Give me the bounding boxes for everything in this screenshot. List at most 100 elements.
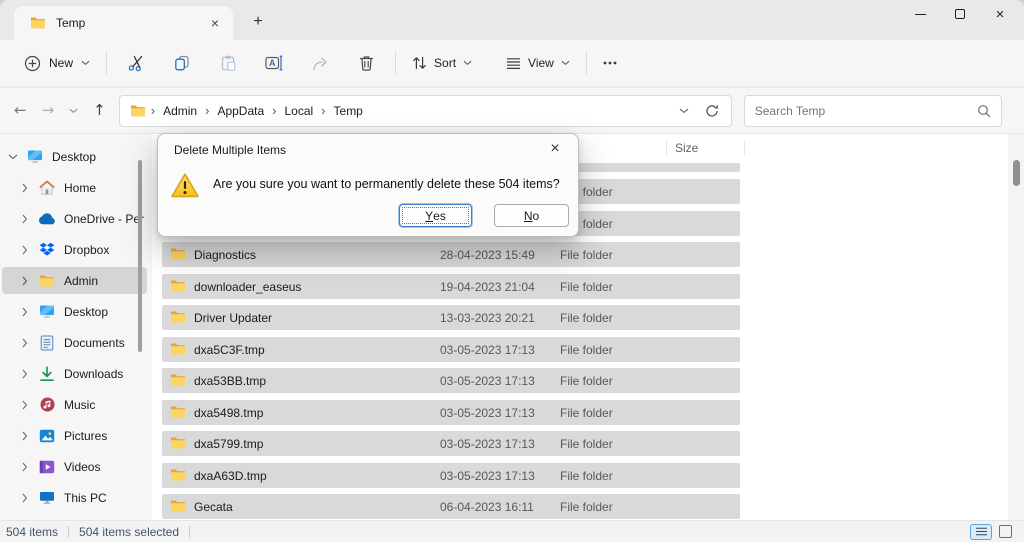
view-button[interactable]: View (496, 47, 580, 79)
close-button[interactable]: × (980, 2, 1020, 26)
sidebar-item-dropbox[interactable]: Dropbox (0, 234, 152, 265)
chevron-right-icon[interactable] (20, 245, 30, 255)
search-box[interactable] (744, 95, 1002, 127)
maximize-button[interactable] (940, 2, 980, 26)
chevron-right-icon[interactable] (20, 493, 30, 503)
toolbar-separator (586, 52, 587, 74)
toolbar-separator (395, 52, 396, 74)
explorer-tab[interactable]: Temp × (14, 6, 233, 40)
document-icon (38, 335, 56, 351)
file-row[interactable]: Diagnostics28-04-2023 15:49File folder (162, 242, 740, 267)
folder-icon (170, 467, 186, 483)
search-input[interactable] (755, 104, 977, 118)
chevron-right-icon[interactable] (20, 431, 30, 441)
chevron-right-icon[interactable] (20, 183, 30, 193)
cut-button[interactable] (116, 47, 156, 79)
download-arrow-icon (38, 366, 56, 382)
folder-icon (170, 278, 186, 294)
chevron-right-icon[interactable] (20, 307, 30, 317)
sidebar-item-videos[interactable]: Videos (0, 451, 152, 482)
chevron-right-icon[interactable] (20, 338, 30, 348)
breadcrumb-segment-admin[interactable]: Admin (160, 102, 200, 120)
file-date-modified: 19-04-2023 21:04 (440, 280, 535, 294)
sidebar-item-downloads[interactable]: Downloads (0, 358, 152, 389)
chevron-down-icon (463, 60, 472, 66)
file-date-modified: 03-05-2023 17:13 (440, 406, 535, 420)
sidebar-item-desktop[interactable]: Desktop (0, 296, 152, 327)
file-name: Driver Updater (194, 311, 272, 325)
sidebar-item-onedrive[interactable]: OneDrive - Per (0, 203, 152, 234)
file-row[interactable]: Driver Updater13-03-2023 20:21File folde… (162, 305, 740, 330)
file-row[interactable]: dxa5799.tmp03-05-2023 17:13File folder (162, 431, 740, 456)
sidebar-item-label: Documents (64, 336, 125, 350)
ellipsis-icon (603, 61, 617, 65)
no-button[interactable]: No (494, 204, 569, 227)
yes-button[interactable]: Yes (399, 204, 472, 227)
sidebar-item-label: Admin (64, 274, 98, 288)
up-button[interactable]: ↑ (93, 103, 106, 118)
sidebar-item-desktop-root[interactable]: Desktop (0, 141, 152, 172)
recent-locations-button[interactable] (69, 108, 78, 114)
sidebar-item-label: Desktop (64, 305, 108, 319)
minimize-button[interactable] (900, 2, 940, 26)
sidebar-item-this-pc[interactable]: This PC (0, 482, 152, 513)
scissors-icon (128, 55, 145, 72)
column-header-size[interactable]: Size (675, 141, 698, 155)
details-view-button[interactable] (970, 524, 992, 540)
folder-icon (30, 15, 46, 31)
file-row[interactable]: dxa5498.tmp03-05-2023 17:13File folder (162, 400, 740, 425)
rename-button[interactable]: A (254, 47, 294, 79)
chevron-down-icon (81, 60, 90, 66)
sidebar-item-label: Dropbox (64, 243, 109, 257)
folder-icon (130, 103, 146, 119)
sidebar-item-admin[interactable]: Admin (0, 265, 152, 296)
large-icons-view-button[interactable] (999, 525, 1012, 538)
list-scrollbar[interactable] (1008, 134, 1024, 520)
home-icon (38, 180, 56, 196)
warning-icon (170, 172, 200, 199)
column-separator[interactable] (666, 140, 667, 156)
share-icon (312, 56, 328, 71)
chevron-right-icon[interactable] (20, 462, 30, 472)
breadcrumb-segment-temp[interactable]: Temp (331, 102, 366, 120)
file-row[interactable]: dxaA63D.tmp03-05-2023 17:13File folder (162, 463, 740, 488)
sort-button[interactable]: Sort (402, 47, 482, 79)
delete-button[interactable] (346, 47, 386, 79)
new-tab-button[interactable]: + (246, 10, 270, 34)
refresh-icon[interactable] (705, 104, 719, 118)
folder-icon (170, 435, 186, 451)
tab-close-icon[interactable]: × (205, 13, 225, 33)
file-date-modified: 13-03-2023 20:21 (440, 311, 535, 325)
sidebar-item-pictures[interactable]: Pictures (0, 420, 152, 451)
back-button[interactable]: ← (14, 103, 27, 118)
chevron-right-icon[interactable] (20, 276, 30, 286)
chevron-right-icon[interactable] (20, 400, 30, 410)
breadcrumb-segment-appdata[interactable]: AppData (214, 102, 267, 120)
address-bar[interactable]: › Admin › AppData › Local › Temp (119, 95, 732, 127)
sidebar-item-clipped[interactable] (0, 513, 152, 520)
more-options-button[interactable] (593, 47, 627, 79)
file-row[interactable]: downloader_easeus19-04-2023 21:04File fo… (162, 274, 740, 299)
sidebar-scrollbar[interactable] (138, 160, 142, 352)
sidebar-item-music[interactable]: Music (0, 389, 152, 420)
folder-icon (170, 372, 186, 388)
new-button[interactable]: New (14, 47, 100, 79)
file-row[interactable]: Gecata06-04-2023 16:11File folder (162, 494, 740, 519)
dialog-close-icon[interactable]: × (540, 137, 570, 161)
file-row[interactable]: dxa53BB.tmp03-05-2023 17:13File folder (162, 368, 740, 393)
chevron-right-icon[interactable] (20, 369, 30, 379)
sort-button-label: Sort (434, 56, 456, 70)
column-separator[interactable] (744, 140, 745, 156)
svg-text:A: A (269, 58, 276, 68)
breadcrumb-segment-local[interactable]: Local (281, 102, 316, 120)
sidebar-item-home[interactable]: Home (0, 172, 152, 203)
chevron-down-icon[interactable] (8, 154, 18, 160)
sidebar-item-label: Videos (64, 460, 100, 474)
scrollbar-thumb[interactable] (1013, 160, 1020, 186)
copy-button[interactable] (162, 47, 202, 79)
dialog-title: Delete Multiple Items (174, 143, 286, 157)
chevron-right-icon[interactable] (20, 214, 30, 224)
file-row[interactable]: dxa5C3F.tmp03-05-2023 17:13File folder (162, 337, 740, 362)
address-dropdown-icon[interactable] (679, 108, 689, 114)
sidebar-item-documents[interactable]: Documents (0, 327, 152, 358)
